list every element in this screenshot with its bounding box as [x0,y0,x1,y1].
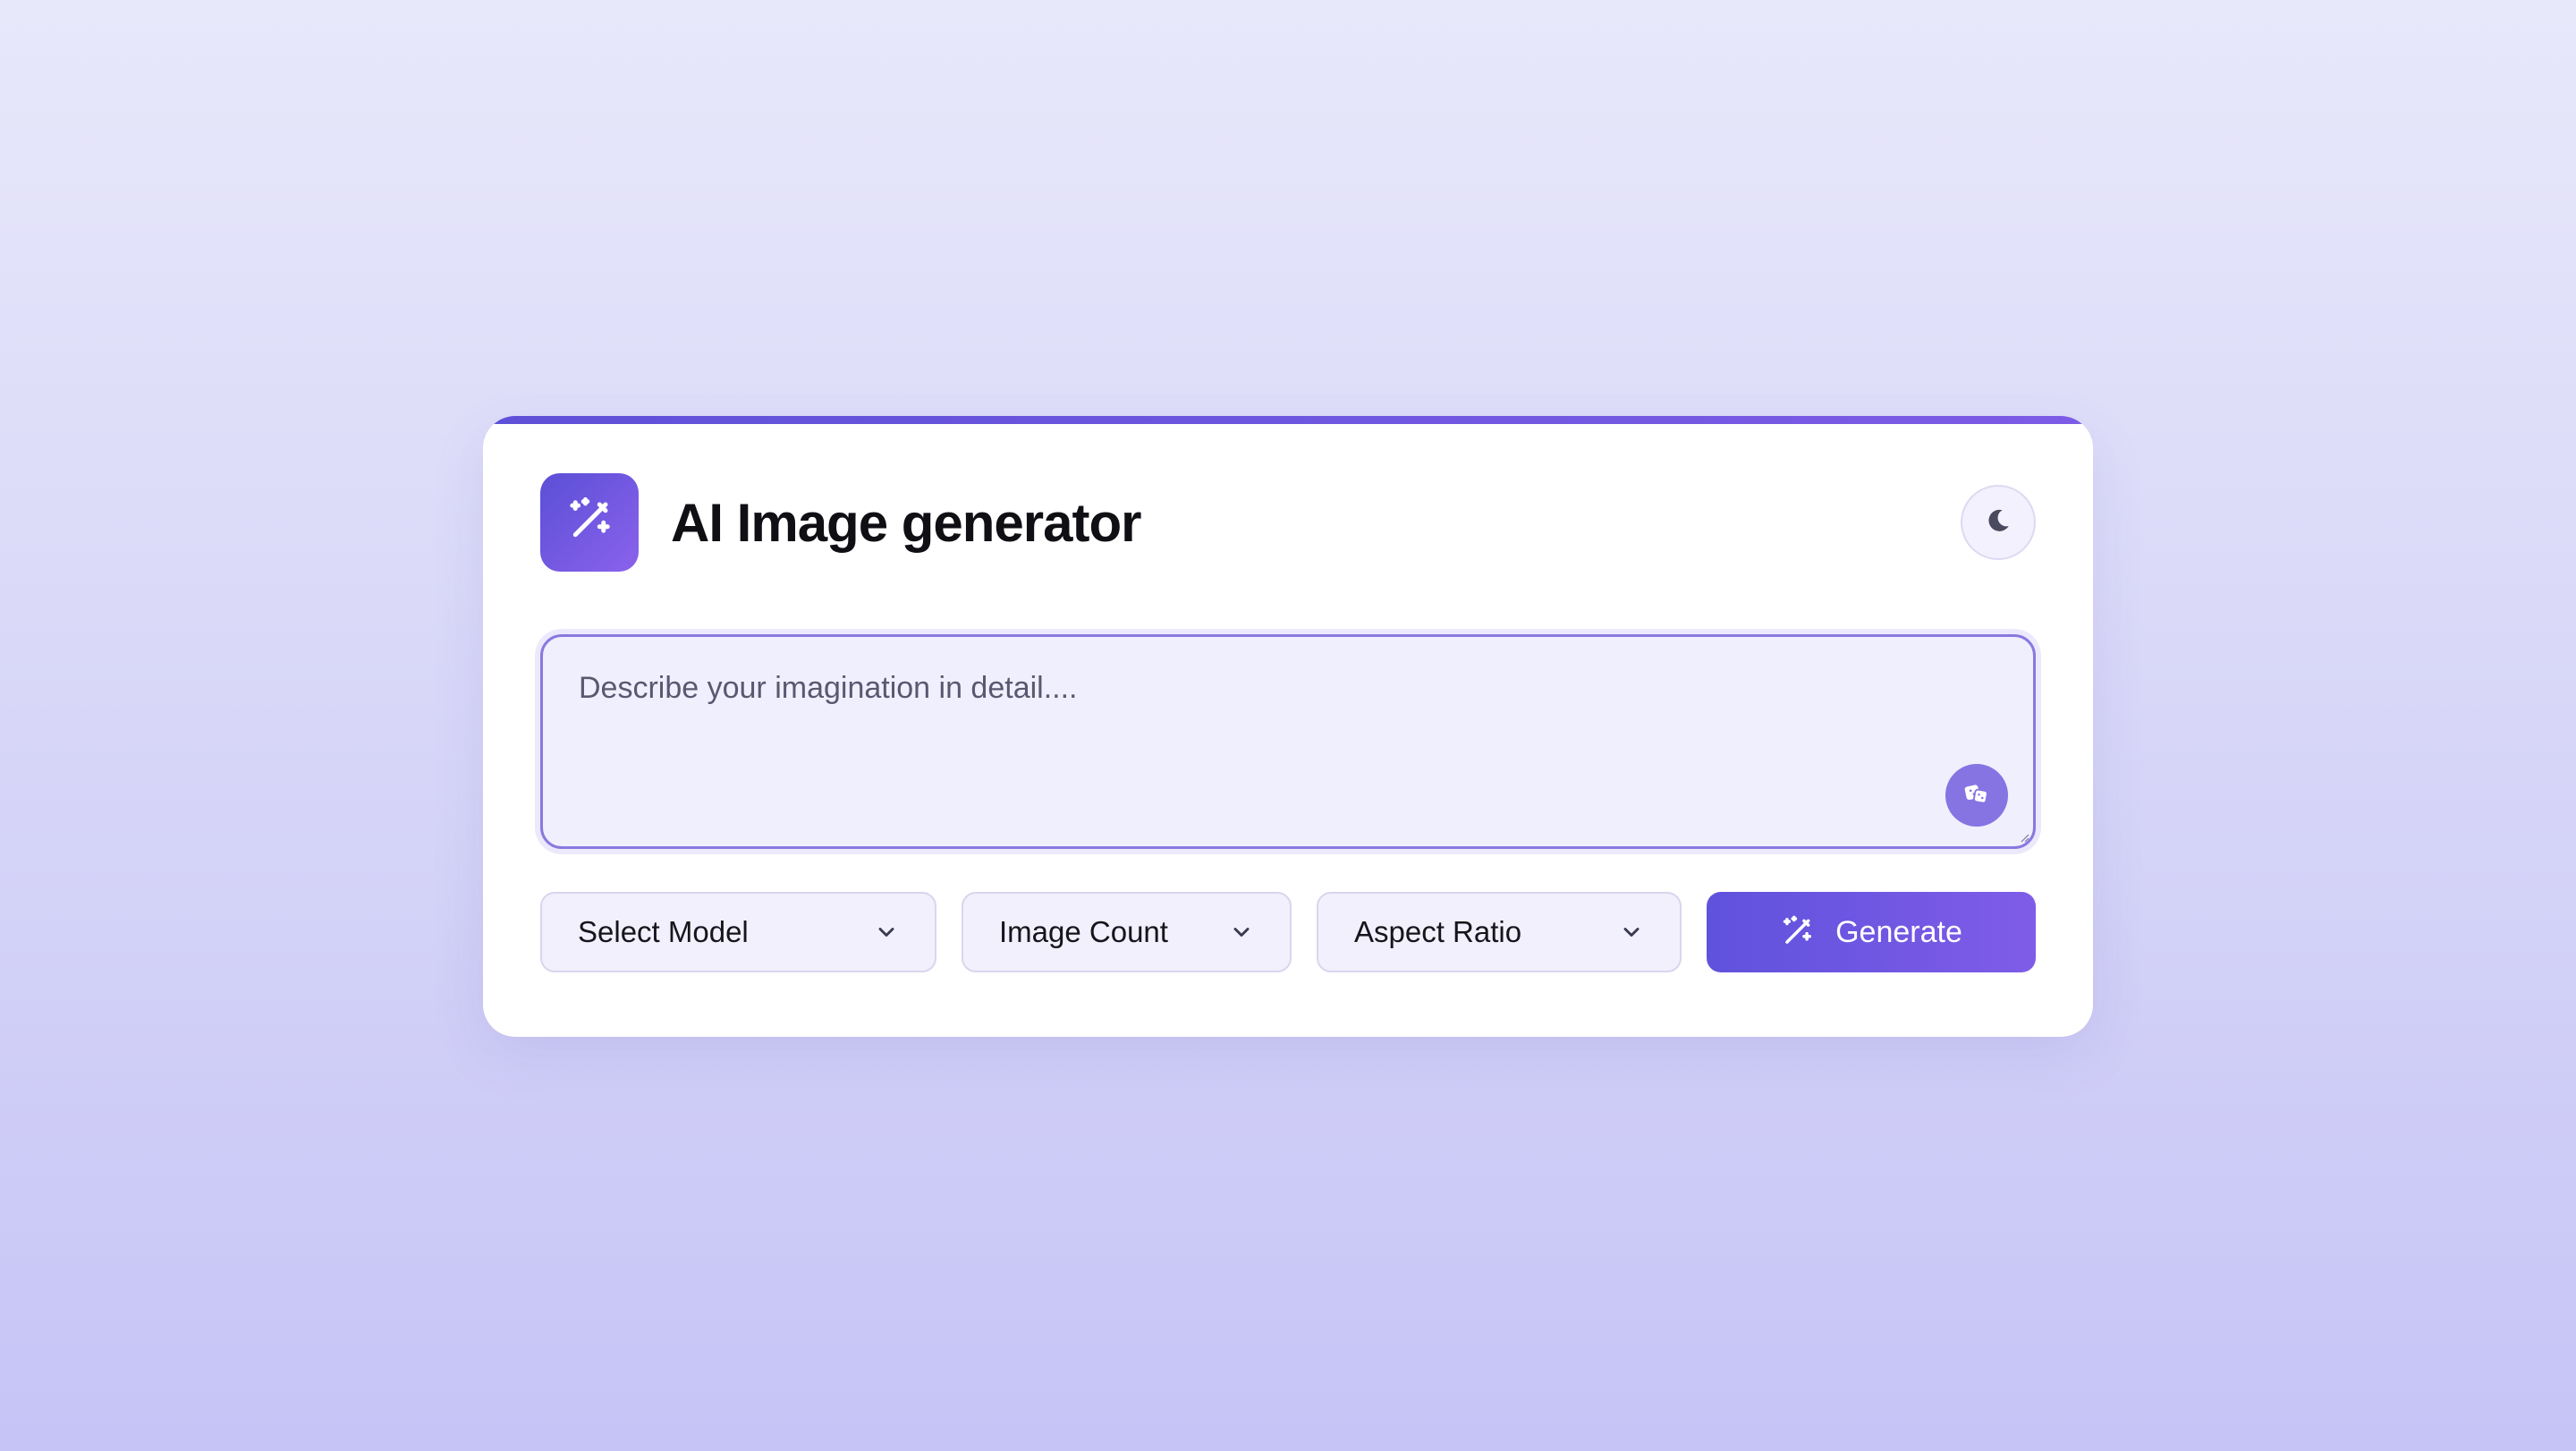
header: AI Image generator [540,473,2036,572]
random-prompt-button[interactable] [1945,764,2008,827]
chevron-down-icon [1229,920,1254,945]
controls-row: Select Model Image Count Aspect Ratio Ge… [540,892,2036,972]
generate-button[interactable]: Generate [1707,892,2036,972]
model-select[interactable]: Select Model [540,892,936,972]
prompt-input[interactable] [543,637,2033,846]
card-accent-bar [483,416,2093,424]
theme-toggle-button[interactable] [1961,485,2036,560]
resize-grip-icon[interactable] [2019,832,2029,843]
image-count-select-label: Image Count [999,915,1168,948]
page-title: AI Image generator [671,492,1141,553]
image-count-select[interactable]: Image Count [962,892,1292,972]
prompt-box [540,634,2036,849]
dice-icon [1963,780,1990,811]
chevron-down-icon [874,920,899,945]
app-logo [540,473,639,572]
aspect-ratio-select-label: Aspect Ratio [1354,915,1522,948]
generator-card: AI Image generator Describe your imagina… [483,416,2093,1037]
generate-button-label: Generate [1835,914,1962,949]
aspect-ratio-select[interactable]: Aspect Ratio [1317,892,1682,972]
magic-wand-icon [565,496,614,549]
moon-icon [1984,506,2012,539]
model-select-label: Select Model [578,915,749,948]
magic-wand-icon [1780,915,1814,949]
chevron-down-icon [1619,920,1644,945]
